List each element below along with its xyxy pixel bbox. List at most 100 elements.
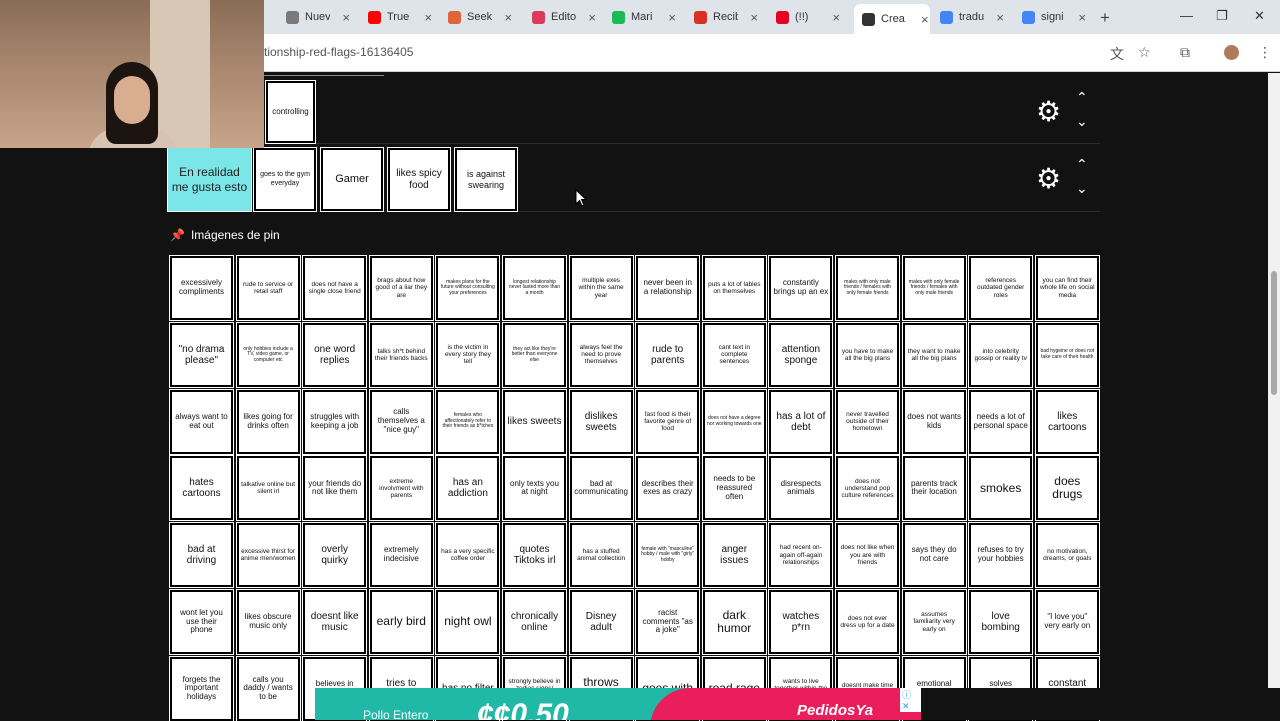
- browser-tab[interactable]: Mari ×: [604, 6, 676, 28]
- new-tab-button[interactable]: +: [1100, 8, 1110, 28]
- tab-close-icon[interactable]: ×: [1078, 10, 1086, 25]
- close-window-button[interactable]: ✕: [1254, 8, 1265, 24]
- pin-card[interactable]: references outdated gender roles: [968, 255, 1034, 321]
- pin-card[interactable]: likes obscure music only: [235, 589, 301, 655]
- pin-card[interactable]: dislikes sweets: [568, 388, 634, 455]
- pin-card[interactable]: never been in a relationship: [635, 255, 701, 321]
- selected-card[interactable]: goes to the gym everyday: [253, 147, 317, 212]
- pin-card[interactable]: forgets the important holidays: [169, 655, 234, 721]
- browser-tab[interactable]: signi ×: [1014, 6, 1086, 28]
- pin-card[interactable]: smokes: [968, 455, 1034, 522]
- ad-banner[interactable]: Pollo Entero ¢¢0.50 PedidosYa ⓘ ✕: [315, 688, 921, 720]
- pin-card[interactable]: does not have a degree nor working towar…: [701, 388, 767, 455]
- pin-card[interactable]: needs to be reassured often: [701, 455, 767, 522]
- tab-close-icon[interactable]: ×: [504, 10, 512, 25]
- tab-close-icon[interactable]: ×: [996, 10, 1004, 25]
- pin-card[interactable]: likes going for drinks often: [235, 388, 301, 455]
- page-scrollbar[interactable]: [1268, 73, 1280, 688]
- pin-card[interactable]: female with "masculine" hobby / male wit…: [635, 522, 701, 589]
- pin-card[interactable]: "I love you" very early on: [1034, 589, 1100, 655]
- pin-card[interactable]: fast food is their favorite genre of foo…: [635, 388, 701, 455]
- tab-close-icon[interactable]: ×: [750, 10, 758, 25]
- pin-card[interactable]: overly quirky: [302, 522, 368, 589]
- pin-card[interactable]: bad at driving: [169, 522, 234, 589]
- pin-card[interactable]: dark humor: [701, 589, 767, 655]
- scrollbar-thumb[interactable]: [1271, 271, 1277, 395]
- pin-card[interactable]: talkative online but silent irl: [235, 455, 301, 522]
- pin-card[interactable]: does not have a single close friend: [302, 255, 368, 321]
- pin-card[interactable]: anger issues: [701, 522, 767, 589]
- browser-tab[interactable]: Crea ×: [854, 4, 930, 34]
- pin-card[interactable]: you can find their whole life on social …: [1034, 255, 1100, 321]
- minimize-button[interactable]: —: [1180, 8, 1193, 23]
- browser-tab[interactable]: tradu ×: [932, 6, 1004, 28]
- browser-tab[interactable]: Nuev ×: [278, 6, 350, 28]
- pin-card[interactable]: excessively compliments: [169, 255, 234, 321]
- selected-card[interactable]: controlling: [265, 80, 316, 144]
- extensions-icon[interactable]: ⧉: [1180, 44, 1190, 61]
- pin-card[interactable]: wont let you use their phone: [169, 589, 234, 655]
- pin-card[interactable]: your friends do not like them: [302, 455, 368, 522]
- pin-card[interactable]: males with only male friends / females w…: [835, 255, 900, 321]
- profile-avatar[interactable]: [1224, 45, 1239, 60]
- pin-card[interactable]: they want to make all the big plans: [901, 321, 967, 388]
- tab-close-icon[interactable]: ×: [342, 10, 350, 25]
- pin-card[interactable]: rude to service or retail staff: [235, 255, 301, 321]
- pin-card[interactable]: quotes Tiktoks irl: [502, 522, 567, 589]
- translate-icon[interactable]: 文: [1110, 44, 1124, 64]
- row-2-move-down-icon[interactable]: ⌄: [1076, 180, 1088, 197]
- pin-card[interactable]: they act like they're better than everyo…: [502, 321, 567, 388]
- row-1-settings-gear-icon[interactable]: ⚙: [1036, 95, 1061, 128]
- pin-card[interactable]: you have to make all the big plans: [835, 321, 900, 388]
- pin-card[interactable]: extreme involvment with parents: [368, 455, 434, 522]
- pin-card[interactable]: no motivation, dreams, or goals: [1034, 522, 1100, 589]
- pin-card[interactable]: parents track their location: [901, 455, 967, 522]
- pin-card[interactable]: has an addiction: [435, 455, 501, 522]
- pin-card[interactable]: does not understand pop culture referenc…: [835, 455, 900, 522]
- pin-card[interactable]: needs a lot of personal space: [968, 388, 1034, 455]
- pin-card[interactable]: early bird: [368, 589, 434, 655]
- pin-card[interactable]: does not ever dress up for a date: [835, 589, 900, 655]
- pin-card[interactable]: Disney adult: [568, 589, 634, 655]
- pin-card[interactable]: is the victim in every story they tell: [435, 321, 501, 388]
- pin-card[interactable]: has a stuffed animal collection: [568, 522, 634, 589]
- pin-card[interactable]: had recent on-again off-again relationsh…: [768, 522, 834, 589]
- pin-card[interactable]: does drugs: [1034, 455, 1100, 522]
- pin-card[interactable]: always want to eat out: [169, 388, 234, 455]
- pin-card[interactable]: calls you daddy / wants to be: [235, 655, 301, 721]
- pin-card[interactable]: assumes familiarity very early on: [901, 589, 967, 655]
- pin-card[interactable]: doesnt like music: [302, 589, 368, 655]
- pin-card[interactable]: one word replies: [302, 321, 368, 388]
- pin-card[interactable]: hates cartoons: [169, 455, 234, 522]
- pin-card[interactable]: rude to parents: [635, 321, 701, 388]
- pin-card[interactable]: talks sh*t behind their friends backs: [368, 321, 434, 388]
- tab-close-icon[interactable]: ×: [588, 10, 596, 25]
- pin-card[interactable]: only hobbies include a TV, video game, o…: [235, 321, 301, 388]
- pin-card[interactable]: makes plans for the future without consu…: [435, 255, 501, 321]
- pin-card[interactable]: only texts you at night: [502, 455, 567, 522]
- browser-tab[interactable]: Recib ×: [686, 6, 758, 28]
- tab-close-icon[interactable]: ×: [832, 10, 840, 25]
- pin-card[interactable]: does not wants kids: [901, 388, 967, 455]
- pin-card[interactable]: constantly brings up an ex: [768, 255, 834, 321]
- row-1-move-up-icon[interactable]: ⌃: [1076, 89, 1088, 106]
- pin-card[interactable]: night owl: [435, 589, 501, 655]
- selected-card[interactable]: likes spicy food: [387, 147, 451, 212]
- browser-tab[interactable]: (!!) ×: [768, 6, 840, 28]
- tab-close-icon[interactable]: ×: [668, 10, 676, 25]
- pin-card[interactable]: has a very specific coffee order: [435, 522, 501, 589]
- pin-card[interactable]: never travelled outside of their hometow…: [835, 388, 900, 455]
- pin-card[interactable]: likes cartoons: [1034, 388, 1100, 455]
- pin-card[interactable]: cant text in complete sentences: [701, 321, 767, 388]
- pin-card[interactable]: love bombing: [968, 589, 1034, 655]
- pin-card[interactable]: describes their exes as crazy: [635, 455, 701, 522]
- pin-card[interactable]: says they do not care: [901, 522, 967, 589]
- pin-card[interactable]: females who affectionately refer to thei…: [435, 388, 501, 455]
- pin-card[interactable]: has a lot of debt: [768, 388, 834, 455]
- pin-card[interactable]: brags about how good of a liar they are: [368, 255, 434, 321]
- tab-close-icon[interactable]: ×: [424, 10, 432, 25]
- pin-card[interactable]: into celebrity gossip or reality tv: [968, 321, 1034, 388]
- ad-choices-close-icon[interactable]: ⓘ ✕: [900, 688, 921, 712]
- pin-card[interactable]: excessive thirst for anime men/women: [235, 522, 301, 589]
- pin-card[interactable]: puts a lot of lables on themselves: [701, 255, 767, 321]
